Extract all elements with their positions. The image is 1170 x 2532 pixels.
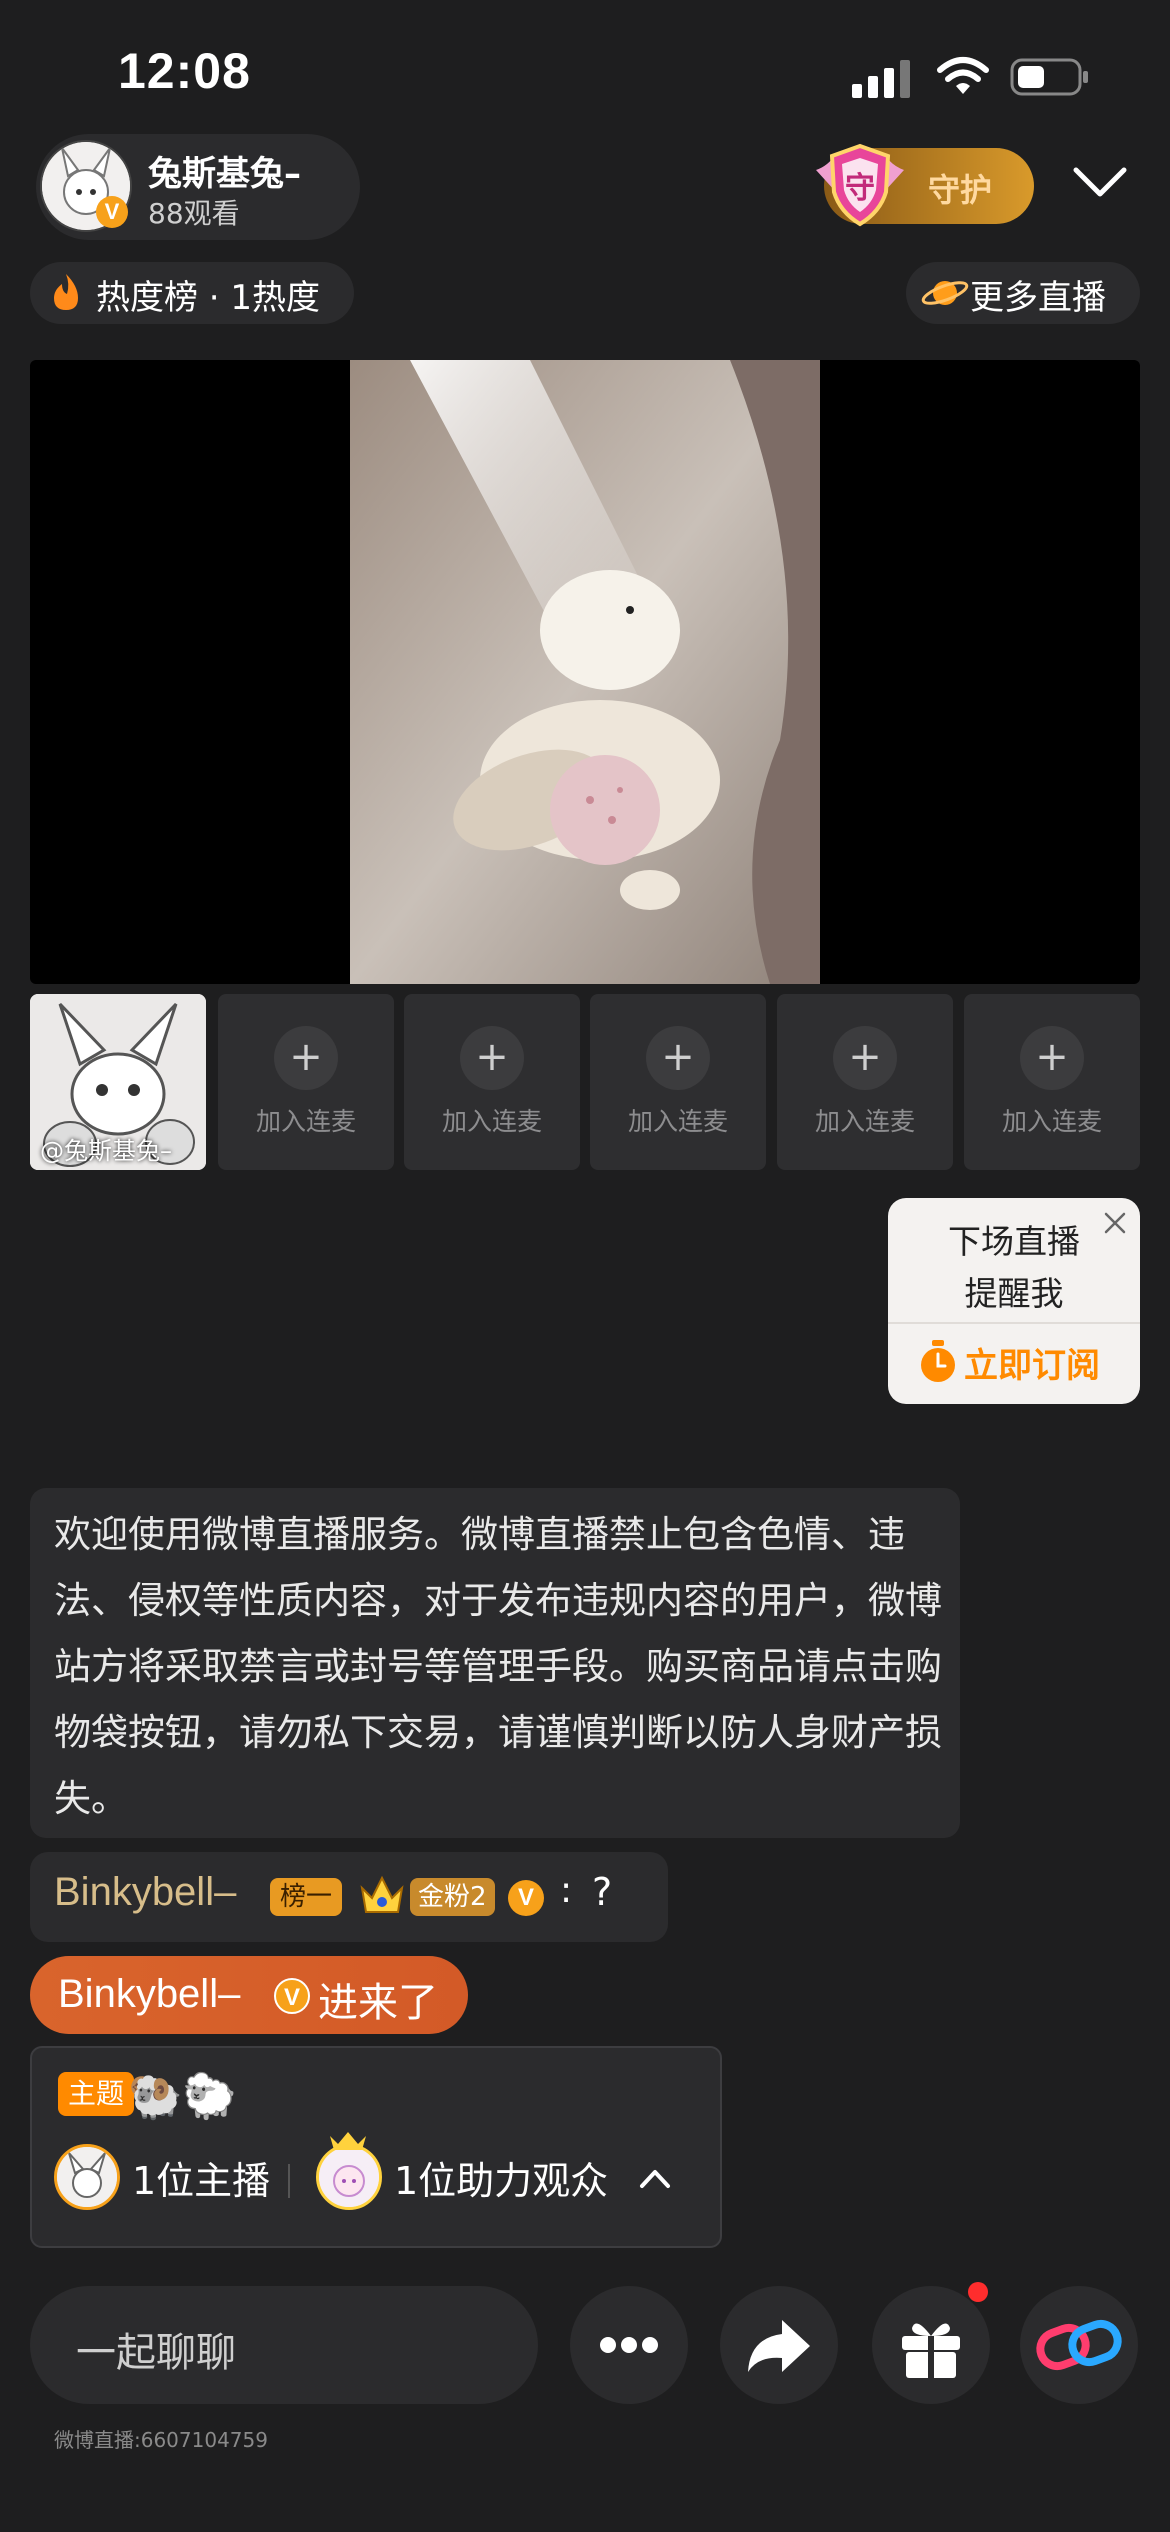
user-joined-banner: Binkybell– V 进来了	[30, 1956, 468, 2034]
sheep-emoji: 🐑	[182, 2071, 237, 2122]
join-mic-slot[interactable]: + 加入连麦	[404, 994, 580, 1170]
chevron-down-icon[interactable]	[1070, 162, 1130, 202]
video-frame	[350, 360, 820, 984]
theme-tag: 主题	[58, 2072, 135, 2116]
ram-emoji: 🐏	[128, 2071, 183, 2122]
system-notice: 欢迎使用微博直播服务。微博直播禁止包含色情、违法、侵权等性质内容，对于发布违规内…	[30, 1488, 960, 1838]
hot-rank-label: 热度榜 · 1热度	[96, 278, 321, 318]
comment-text: ?	[592, 1870, 613, 1914]
join-mic-slot[interactable]: + 加入连麦	[777, 994, 953, 1170]
theme-card[interactable]: 主题 🐏 🐑 1位主播 1位助力观众	[30, 2046, 722, 2248]
viewer-count: 88观看	[148, 197, 240, 230]
plus-icon: +	[460, 1026, 524, 1090]
divider	[288, 2164, 290, 2198]
alarm-clock-icon	[921, 1340, 955, 1382]
guard-shield-icon: 守	[816, 143, 904, 227]
more-dots-icon	[600, 2337, 658, 2353]
gift-button[interactable]	[872, 2286, 990, 2404]
wifi-icon	[937, 57, 989, 94]
guard-shield-glyph: 守	[845, 171, 875, 206]
crown-icon	[330, 2132, 366, 2150]
cellular-signal-icon	[852, 60, 910, 98]
join-mic-label: 加入连麦	[1001, 1107, 1102, 1136]
streamer-name: 兔斯基兔–	[148, 154, 301, 194]
join-mic-label: 加入连麦	[627, 1107, 728, 1136]
join-mic-slot[interactable]: + 加入连麦	[218, 994, 394, 1170]
reminder-line-2: 提醒我	[964, 1274, 1064, 1313]
next-live-reminder-card: 下场直播 提醒我 立即订阅	[888, 1198, 1140, 1404]
plus-icon: +	[274, 1026, 338, 1090]
rank-badge: 榜一	[270, 1878, 343, 1916]
join-mic-label: 加入连麦	[814, 1107, 915, 1136]
link-rings-icon	[1036, 2319, 1122, 2371]
link-mic-button[interactable]	[1020, 2286, 1138, 2404]
fire-icon	[54, 274, 78, 310]
host-mic-slot[interactable]: @兔斯基兔–	[30, 994, 206, 1170]
verified-v-icon: V	[96, 196, 128, 228]
chat-input-placeholder: 一起聊聊	[76, 2330, 236, 2376]
host-count: 1位主播	[132, 2159, 271, 2203]
join-mic-slot[interactable]: + 加入连麦	[590, 994, 766, 1170]
status-time: 12:08	[118, 43, 251, 99]
notice-text: 欢迎使用微博直播服务。微博直播禁止包含色情、违法、侵权等性质内容，对于发布违规内…	[54, 1513, 942, 1820]
audience-count: 1位助力观众	[394, 2159, 609, 2203]
verified-v-icon: V	[274, 1978, 310, 2014]
audience-avatar	[316, 2144, 382, 2210]
plus-icon: +	[1020, 1026, 1084, 1090]
fans-level-badge: 金粉2	[410, 1878, 495, 1916]
plus-icon: +	[646, 1026, 710, 1090]
joined-text: 进来了	[318, 1980, 438, 2026]
room-id: 微博直播:6607104759	[54, 2428, 268, 2452]
planet-icon	[921, 281, 969, 305]
chevron-up-icon[interactable]	[638, 2166, 672, 2190]
join-mic-label: 加入连麦	[441, 1107, 542, 1136]
gift-icon	[902, 2323, 960, 2378]
join-mic-slot[interactable]: + 加入连麦	[964, 994, 1140, 1170]
verified-v-icon: V	[508, 1880, 544, 1916]
join-mic-label: 加入连麦	[255, 1107, 356, 1136]
notification-dot	[968, 2282, 988, 2302]
plus-icon: +	[833, 1026, 897, 1090]
guard-label: 守护	[928, 171, 993, 209]
comment-username[interactable]: Binkybell–	[54, 1870, 236, 1915]
crown-icon	[360, 1875, 404, 1913]
share-button[interactable]	[720, 2286, 838, 2404]
share-arrow-icon	[748, 2320, 810, 2372]
subscribe-now-button[interactable]: 立即订阅	[964, 1338, 1100, 1387]
divider	[888, 1322, 1140, 1324]
live-video-player[interactable]	[30, 360, 1140, 984]
joined-username[interactable]: Binkybell–	[58, 1972, 240, 2017]
comment-separator: :	[560, 1870, 573, 1911]
host-slot-label: @兔斯基兔–	[40, 1137, 172, 1165]
host-avatar	[54, 2144, 120, 2210]
more-options-button[interactable]	[570, 2286, 688, 2404]
more-live-label: 更多直播	[970, 278, 1106, 318]
chat-message[interactable]: Binkybell– 榜一 金粉2 V : ?	[30, 1852, 668, 1942]
battery-icon	[1010, 58, 1088, 96]
close-icon[interactable]	[1102, 1210, 1128, 1236]
